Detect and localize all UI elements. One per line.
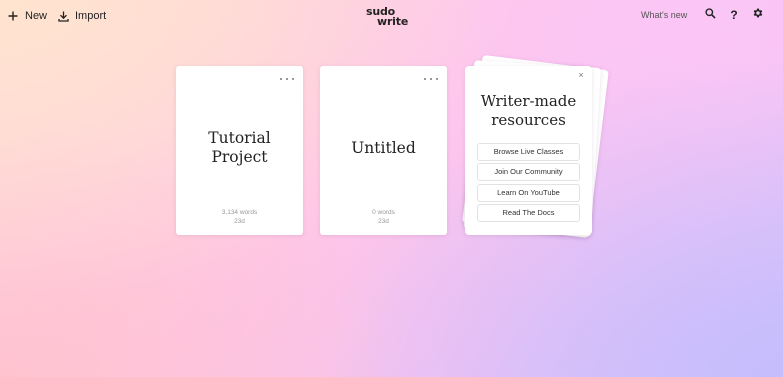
whats-new-link[interactable]: What's new	[641, 10, 687, 20]
new-button-label: New	[25, 10, 48, 22]
import-button[interactable]: Import	[57, 7, 106, 25]
close-icon: ×	[578, 70, 584, 80]
project-card-tutorial[interactable]: Tutorial Project 3,134 words 23d	[176, 66, 303, 235]
more-icon	[280, 77, 294, 81]
project-title: Untitled	[351, 139, 416, 157]
project-menu-button[interactable]	[280, 75, 294, 83]
learn-youtube-button[interactable]: Learn On YouTube	[477, 184, 580, 202]
project-card-untitled[interactable]: Untitled 0 words 23d	[320, 66, 447, 235]
project-age: 23d	[378, 218, 389, 225]
plus-icon	[7, 10, 19, 22]
search-button[interactable]	[703, 8, 717, 22]
resources-title: Writer-made resources	[480, 92, 577, 129]
project-age: 23d	[234, 218, 245, 225]
logo-line-2: write	[377, 15, 409, 28]
more-icon	[424, 77, 438, 81]
join-community-button[interactable]: Join Our Community	[477, 163, 580, 181]
sudowrite-logo[interactable]: sudo write	[362, 6, 409, 28]
help-button[interactable]: ?	[727, 8, 741, 22]
help-icon: ?	[730, 8, 738, 22]
import-button-label: Import	[75, 10, 107, 22]
search-icon	[704, 6, 716, 24]
close-resources-button[interactable]: ×	[576, 70, 586, 80]
project-menu-button[interactable]	[424, 75, 438, 83]
resources-card: × Writer-made resources Browse Live Clas…	[465, 66, 592, 235]
settings-button[interactable]	[751, 8, 765, 22]
new-button[interactable]: New	[7, 7, 47, 25]
download-icon	[57, 10, 69, 22]
browse-live-classes-button[interactable]: Browse Live Classes	[477, 143, 580, 161]
top-bar: New Import sudo write What's new ?	[0, 0, 783, 32]
project-title: Tutorial Project	[208, 129, 271, 166]
gear-icon	[752, 6, 764, 24]
read-docs-button[interactable]: Read The Docs	[477, 204, 580, 222]
